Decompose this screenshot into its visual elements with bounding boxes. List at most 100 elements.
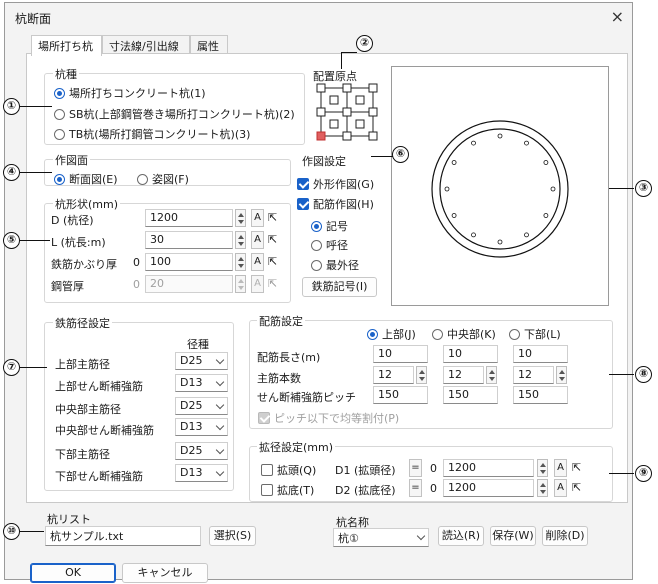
enlarge-head-checkbox[interactable]: 拡頭(Q) (261, 462, 316, 478)
equal-split-checkbox[interactable]: ピッチ以下で均等割付(P) (258, 410, 399, 426)
checkbox-icon (261, 464, 273, 476)
main-count-lower-spinner[interactable] (556, 366, 567, 384)
enlarge-head-a-button[interactable]: A (554, 459, 567, 477)
pile-name-select[interactable]: 杭① (333, 528, 429, 547)
callout-4: ④ (3, 164, 20, 181)
upper-main-select[interactable]: D25 (175, 352, 228, 370)
rebar-length-lower[interactable]: 10 (513, 345, 568, 363)
middle-main-select[interactable]: D25 (175, 397, 228, 415)
steel-pipe-spinner[interactable] (235, 275, 246, 293)
close-icon[interactable]: × (611, 7, 624, 26)
pile-shape-label: 杭形状(mm) (53, 196, 121, 212)
cursor-pick-icon[interactable]: ⇱ (268, 211, 277, 224)
enlarge-bottom-input[interactable]: 1200 (443, 479, 534, 497)
checkbox-checked-icon (258, 412, 270, 424)
ok-button[interactable]: OK (30, 563, 116, 583)
main-rebar-dot (550, 186, 556, 192)
tab-dimension-lines[interactable]: 寸法線/引出線 (102, 35, 190, 55)
enlarge-bottom-spinner[interactable] (537, 479, 548, 497)
lower-main-select[interactable]: D25 (175, 442, 228, 460)
drawing-face-elevation[interactable]: 姿図(F) (137, 171, 189, 187)
cursor-pick-icon[interactable]: ⇱ (572, 461, 581, 474)
pile-list-input[interactable]: 杭サンプル.txt (45, 526, 201, 546)
main-count-middle[interactable]: 12 (443, 366, 484, 384)
cursor-pick-icon[interactable]: ⇱ (268, 277, 277, 290)
enlarge-head-spinner[interactable] (537, 459, 548, 477)
cursor-pick-icon[interactable]: ⇱ (268, 233, 277, 246)
upper-main-label: 上部主筋径 (55, 358, 110, 371)
enlarge-bottom-checkbox[interactable]: 拡底(T) (261, 482, 314, 498)
section-lower[interactable]: 下部(L) (509, 326, 561, 342)
callout-5: ⑤ (3, 232, 20, 249)
enlarge-bottom-a-button[interactable]: A (554, 479, 567, 497)
cancel-button[interactable]: キャンセル (122, 563, 208, 583)
cover-input[interactable]: 100 (145, 253, 233, 271)
tab-cast-in-place[interactable]: 場所打ち杭 (31, 35, 102, 56)
section-preview (391, 66, 609, 306)
enlarge-bottom-eq-button[interactable]: = (409, 479, 422, 497)
read-button[interactable]: 読込(R) (438, 526, 484, 546)
cursor-pick-icon[interactable]: ⇱ (572, 481, 581, 494)
radio-selected-icon (54, 87, 65, 99)
enlarge-head-eq-button[interactable]: = (409, 459, 422, 477)
pile-length-spinner[interactable] (235, 231, 246, 249)
main-count-upper-spinner[interactable] (416, 366, 427, 384)
main-count-lower[interactable]: 12 (513, 366, 554, 384)
lower-shear-label: 下部せん断補強筋 (55, 470, 143, 483)
callout-line (341, 52, 357, 53)
upper-shear-select[interactable]: D13 (175, 374, 228, 392)
pile-length-input[interactable]: 30 (145, 231, 233, 249)
rebar-label-symbol[interactable]: 記号 (311, 218, 348, 234)
main-count-upper[interactable]: 12 (373, 366, 414, 384)
section-upper[interactable]: 上部(J) (367, 326, 416, 342)
origin-grid-icon[interactable] (314, 81, 380, 143)
radio-selected-icon (367, 328, 378, 340)
steel-pipe-a-button[interactable]: A (251, 275, 264, 293)
steel-pipe-input[interactable]: 20 (145, 275, 233, 293)
rebar-checkbox[interactable]: 配筋作図(H) (297, 196, 374, 212)
pile-type-option-sb[interactable]: SB杭(上部鋼管巻き場所打コンクリート杭)(2) (54, 106, 295, 122)
pile-type-option-tb[interactable]: TB杭(場所打鋼管コンクリート杭)(3) (54, 126, 250, 142)
rebar-label-nominal[interactable]: 呼径 (311, 237, 348, 253)
main-rebar-dot (497, 239, 503, 245)
callout-2: ② (356, 35, 373, 52)
outline-checkbox[interactable]: 外形作図(G) (297, 176, 374, 192)
rebar-diameter-header: 径種 (187, 338, 209, 351)
checkbox-checked-icon (297, 198, 309, 210)
radio-icon (509, 328, 520, 340)
shear-pitch-lower[interactable]: 150 (513, 386, 568, 404)
pile-diameter-a-button[interactable]: A (251, 209, 264, 227)
cover-spinner[interactable] (235, 253, 246, 271)
delete-button[interactable]: 削除(D) (542, 526, 588, 546)
window-title: 杭断面 (15, 12, 52, 26)
cursor-pick-icon[interactable]: ⇱ (268, 255, 277, 268)
middle-shear-select[interactable]: D13 (175, 418, 228, 436)
pile-type-option-concrete[interactable]: 場所打ちコンクリート杭(1) (54, 85, 206, 101)
callout-line (20, 367, 47, 368)
callout-line (371, 156, 393, 157)
middle-shear-label: 中央部せん断補強筋 (55, 424, 154, 437)
main-count-middle-spinner[interactable] (486, 366, 497, 384)
rebar-symbol-button[interactable]: 鉄筋記号(I) (302, 277, 377, 297)
tab-attributes[interactable]: 属性 (190, 35, 228, 55)
rebar-length-middle[interactable]: 10 (443, 345, 498, 363)
pile-section-preview-icon (431, 120, 569, 258)
save-button[interactable]: 保存(W) (490, 526, 536, 546)
callout-line (20, 531, 44, 532)
radio-selected-icon (311, 220, 322, 232)
cover-a-button[interactable]: A (251, 253, 264, 271)
rebar-length-upper[interactable]: 10 (373, 345, 428, 363)
section-middle[interactable]: 中央部(K) (432, 326, 496, 342)
pile-diameter-input[interactable]: 1200 (145, 209, 233, 227)
shear-pitch-middle[interactable]: 150 (443, 386, 498, 404)
drawing-face-section[interactable]: 断面図(E) (54, 171, 118, 187)
pile-list-select-button[interactable]: 選択(S) (209, 526, 256, 546)
pile-diameter-spinner[interactable] (235, 209, 246, 227)
lower-shear-select[interactable]: D13 (175, 464, 228, 482)
enlarge-head-input[interactable]: 1200 (443, 459, 534, 477)
pile-diameter-label: D (杭径) (51, 214, 94, 227)
pile-length-a-button[interactable]: A (251, 231, 264, 249)
rebar-label-outer[interactable]: 最外径 (311, 257, 359, 273)
steel-pipe-prefix: 0 (133, 278, 140, 291)
shear-pitch-upper[interactable]: 150 (373, 386, 428, 404)
